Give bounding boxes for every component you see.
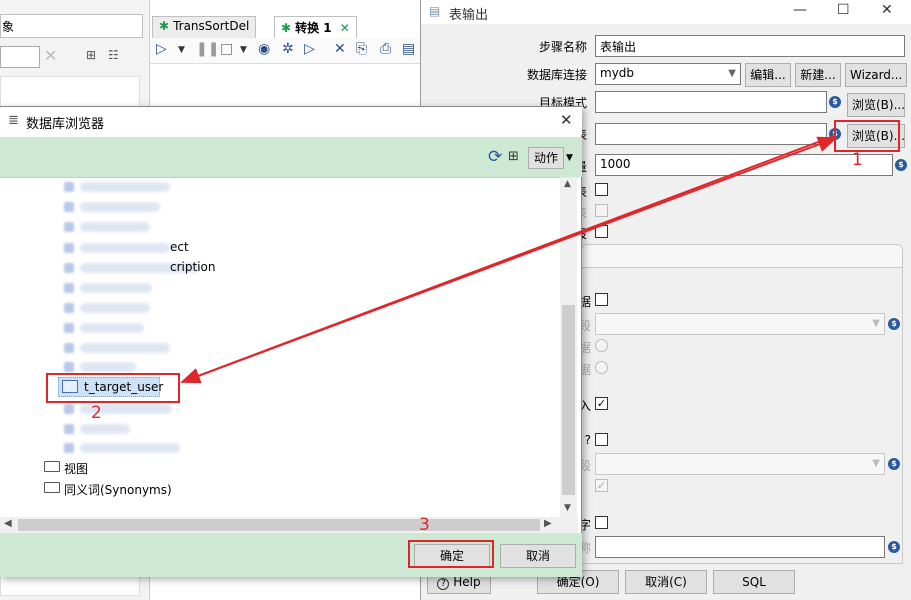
- annotation-arrow-2: [181, 136, 838, 383]
- annotation-arrows: [180, 135, 838, 384]
